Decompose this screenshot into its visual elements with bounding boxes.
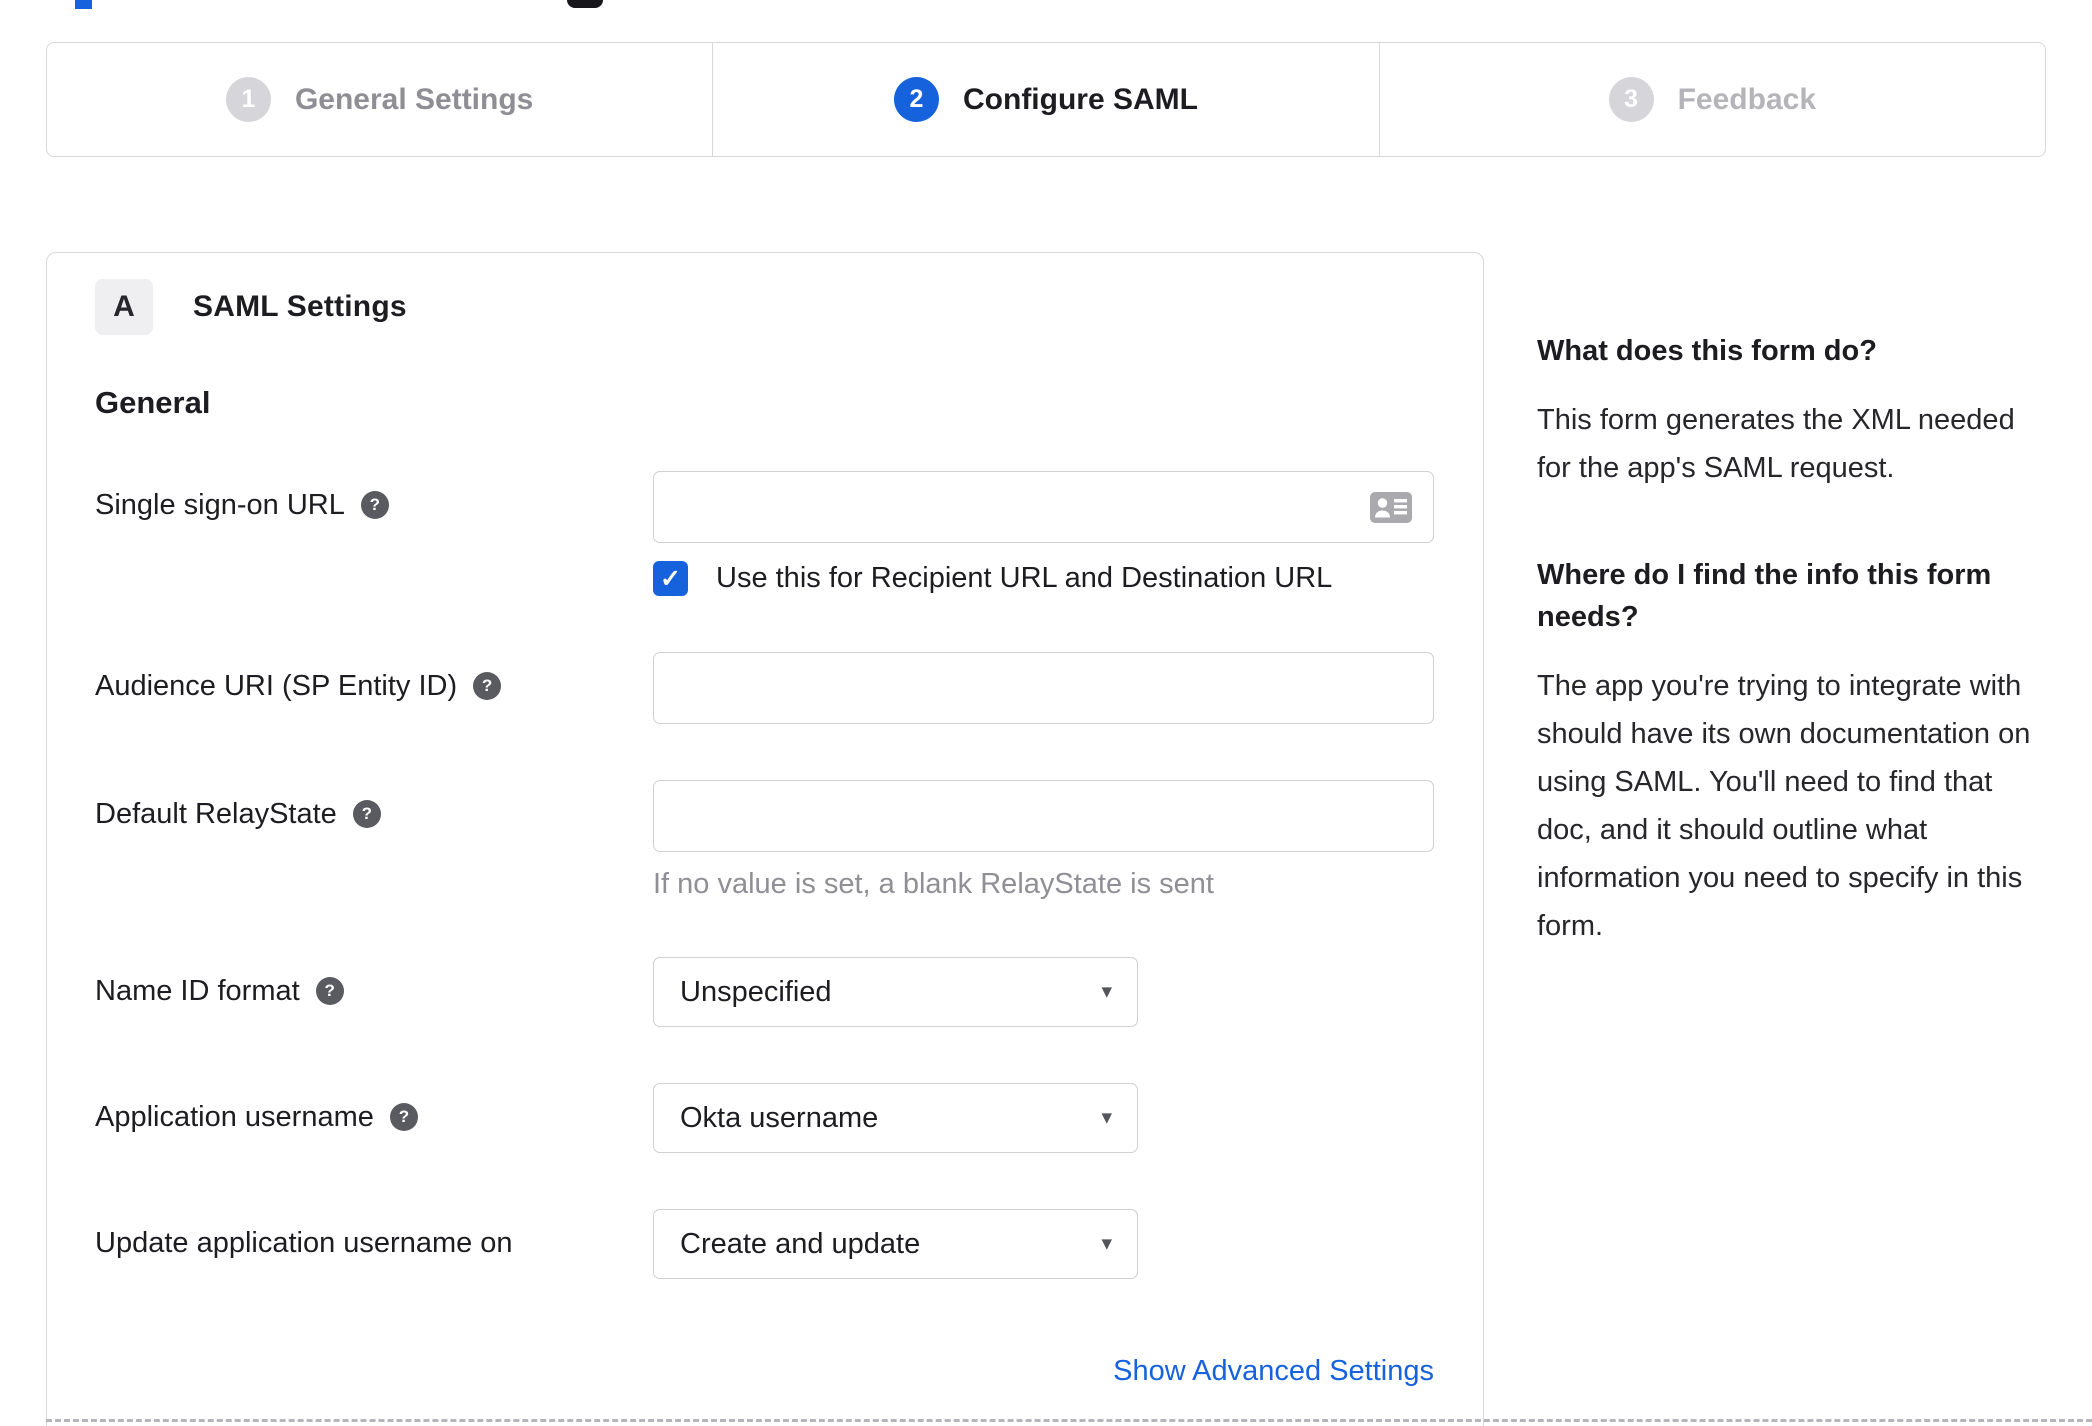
sidebar-heading-where: Where do I find the info this form needs… bbox=[1537, 559, 1992, 633]
help-icon[interactable]: ? bbox=[473, 672, 502, 700]
help-icon[interactable]: ? bbox=[352, 800, 381, 828]
update-username-label: Update application username on bbox=[95, 1227, 513, 1259]
audience-uri-row: Audience URI (SP Entity ID) ? bbox=[95, 652, 1435, 724]
section-dashed-divider bbox=[46, 1419, 2092, 1422]
step-number-badge: 1 bbox=[225, 77, 271, 122]
sso-url-row: Single sign-on URL ? ✓ Use this for Reci… bbox=[95, 471, 1435, 596]
sidebar-body-where: The app you're trying to integrate with … bbox=[1537, 670, 2031, 942]
default-relaystate-input[interactable] bbox=[653, 780, 1434, 852]
contact-card-icon[interactable] bbox=[1370, 492, 1412, 528]
saml-settings-panel: A SAML Settings General Single sign-on U… bbox=[46, 252, 1484, 1426]
application-username-label: Application username bbox=[95, 1101, 374, 1133]
step-label: Configure SAML bbox=[963, 82, 1198, 116]
application-username-row: Application username ? Okta username ▾ bbox=[95, 1083, 1435, 1153]
step-number-badge: 3 bbox=[1608, 77, 1654, 122]
cropped-logo-fragment bbox=[75, 0, 92, 9]
update-username-value: Create and update bbox=[680, 1227, 921, 1260]
help-sidebar: What does this form do? This form genera… bbox=[1537, 252, 2052, 1012]
application-username-value: Okta username bbox=[680, 1101, 879, 1134]
default-relaystate-label: Default RelayState bbox=[95, 798, 337, 830]
relaystate-hint-text: If no value is set, a blank RelayState i… bbox=[653, 868, 1214, 900]
help-icon[interactable]: ? bbox=[389, 1103, 418, 1131]
panel-title: SAML Settings bbox=[193, 290, 407, 323]
help-icon[interactable]: ? bbox=[315, 977, 344, 1005]
sso-url-label: Single sign-on URL bbox=[95, 489, 345, 521]
audience-uri-label: Audience URI (SP Entity ID) bbox=[95, 670, 458, 702]
sidebar-heading-what: What does this form do? bbox=[1537, 335, 1877, 367]
step-number-badge: 2 bbox=[894, 77, 939, 122]
name-id-format-row: Name ID format ? Unspecified ▾ bbox=[95, 957, 1435, 1027]
name-id-format-label: Name ID format bbox=[95, 975, 300, 1007]
default-relaystate-row: Default RelayState ? If no value is set,… bbox=[95, 780, 1435, 901]
step-label: General Settings bbox=[294, 82, 534, 116]
name-id-format-value: Unspecified bbox=[680, 975, 832, 1008]
audience-uri-input[interactable] bbox=[653, 652, 1434, 724]
checkbox-checked-icon[interactable]: ✓ bbox=[653, 561, 688, 596]
cropped-header-icon-fragment bbox=[567, 0, 603, 8]
sso-url-input[interactable] bbox=[653, 471, 1434, 543]
caret-down-icon: ▾ bbox=[1101, 1232, 1112, 1255]
help-icon[interactable]: ? bbox=[360, 491, 389, 519]
step-configure-saml[interactable]: 2 Configure SAML bbox=[712, 43, 1378, 156]
advanced-settings-row: Show Advanced Settings bbox=[95, 1355, 1435, 1388]
caret-down-icon: ▾ bbox=[1101, 980, 1112, 1003]
application-username-select[interactable]: Okta username ▾ bbox=[653, 1083, 1138, 1153]
step-general-settings[interactable]: 1 General Settings bbox=[47, 43, 712, 156]
caret-down-icon: ▾ bbox=[1101, 1106, 1112, 1129]
step-feedback: 3 Feedback bbox=[1378, 43, 2045, 156]
section-a-badge: A bbox=[95, 279, 153, 335]
checkmark-icon: ✓ bbox=[660, 564, 681, 593]
wizard-stepper: 1 General Settings 2 Configure SAML 3 Fe… bbox=[46, 42, 2046, 157]
recipient-url-checkbox-label: Use this for Recipient URL and Destinati… bbox=[716, 562, 1333, 594]
general-section-heading: General bbox=[95, 385, 211, 420]
update-username-select[interactable]: Create and update ▾ bbox=[653, 1209, 1138, 1279]
show-advanced-settings-link[interactable]: Show Advanced Settings bbox=[1113, 1355, 1434, 1387]
sidebar-body-what: This form generates the XML needed for t… bbox=[1537, 404, 2015, 484]
recipient-url-checkbox-row[interactable]: ✓ Use this for Recipient URL and Destina… bbox=[653, 561, 1434, 596]
update-username-row: Update application username on Create an… bbox=[95, 1209, 1435, 1279]
name-id-format-select[interactable]: Unspecified ▾ bbox=[653, 957, 1138, 1027]
step-label: Feedback bbox=[1677, 82, 1817, 116]
